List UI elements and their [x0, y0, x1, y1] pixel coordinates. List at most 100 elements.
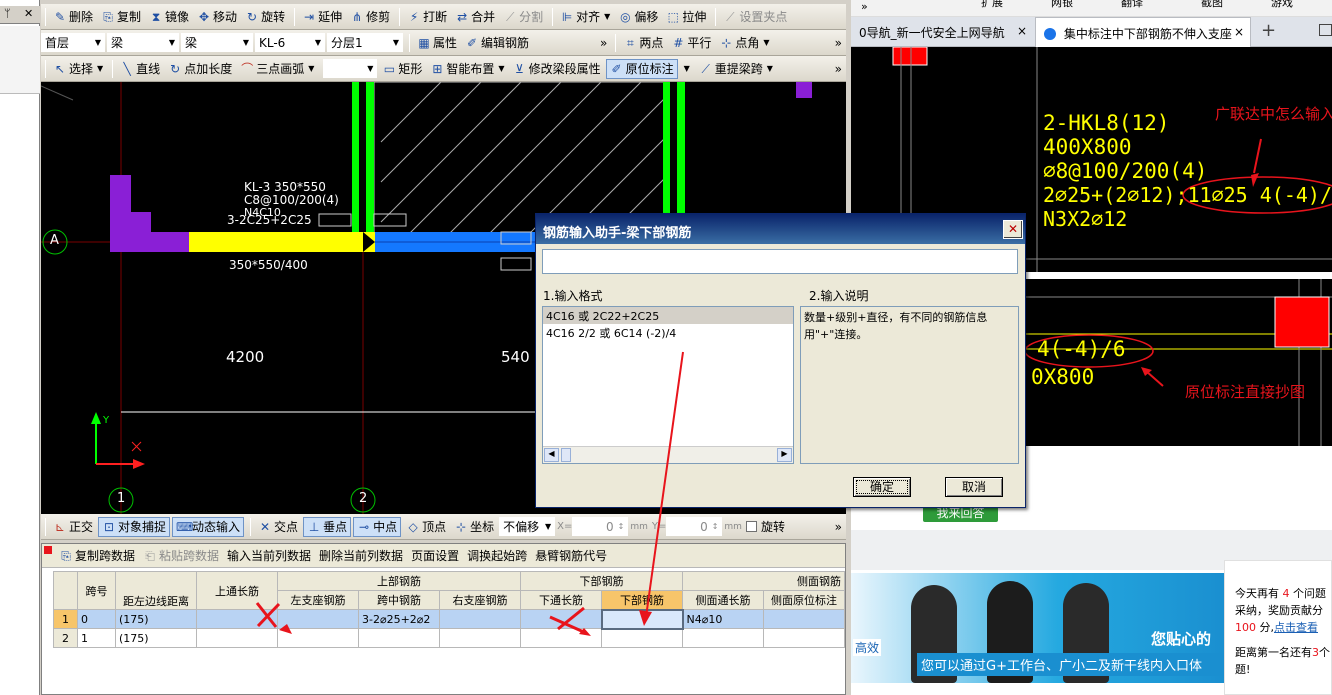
dialog-titlebar[interactable]: 钢筋输入助手-梁下部钢筋	[536, 214, 1025, 244]
ortho-button[interactable]: ⊾ 正交	[50, 517, 96, 537]
cell-top-right-support[interactable]	[439, 628, 521, 648]
paste-span-data-button[interactable]: ⎗ 粘贴跨数据	[140, 546, 222, 566]
dynamic-input-button[interactable]: ⌨ 动态输入	[172, 516, 245, 537]
cell-span-no[interactable]: 0	[77, 609, 116, 629]
cell-side-inplace[interactable]	[763, 628, 845, 648]
bank-button[interactable]: 网银	[1051, 0, 1073, 10]
scroll-thumb[interactable]	[561, 448, 571, 462]
left-panel-tree-item[interactable]	[0, 26, 40, 94]
cell-bottom-rebar-editing[interactable]	[600, 608, 684, 630]
subcategory-select[interactable]: 梁 ▼	[181, 33, 253, 52]
games-button[interactable]: 游戏	[1271, 0, 1293, 10]
cell-distance[interactable]: (175)	[115, 609, 197, 629]
purple-corner-element[interactable]	[796, 82, 812, 98]
in-place-annotation-button[interactable]: ✐ 原位标注	[605, 58, 678, 79]
extensions-button[interactable]: 扩展	[981, 0, 1003, 10]
rotate-button[interactable]: ↻ 旋转	[242, 7, 288, 27]
break-button[interactable]: ⚡ 打断	[404, 7, 450, 27]
extend-button[interactable]: ⇥ 延伸	[299, 7, 345, 27]
yellow-beam-selected[interactable]	[189, 232, 375, 252]
two-point-button[interactable]: ⌗ 两点	[620, 33, 666, 53]
cell-bottom-through[interactable]	[520, 628, 602, 648]
edit-rebar-button[interactable]: ✐ 编辑钢筋	[462, 33, 532, 53]
coordinate-button[interactable]: ⊹ 坐标	[451, 517, 497, 537]
copy-button[interactable]: ⎘ 复制	[98, 7, 144, 27]
draw-mode-select[interactable]: ▼	[323, 59, 378, 78]
table-row[interactable]: 1 0 (175) 3-2⌀25+2⌀2 N4⌀10	[53, 608, 845, 630]
window-restore-icon[interactable]	[1319, 24, 1332, 36]
close-icon[interactable]: ✕	[24, 7, 33, 20]
vertex-button[interactable]: ◇ 顶点	[403, 517, 449, 537]
cell-bottom-through[interactable]	[520, 609, 602, 629]
category-select[interactable]: 梁 ▼	[107, 33, 179, 52]
cell-top-mid[interactable]	[358, 628, 440, 648]
page-setup-button[interactable]: 页面设置	[408, 546, 462, 566]
point-angle-button[interactable]: ⊹ 点角 ▼	[716, 33, 772, 53]
stretch-button[interactable]: ⬚ 拉伸	[663, 7, 709, 27]
cell-side-through[interactable]: N4⌀10	[682, 609, 764, 629]
pin-icon[interactable]: ᛘ	[4, 7, 11, 20]
offset-button[interactable]: ◎ 偏移	[615, 7, 661, 27]
input-column-button[interactable]: 输入当前列数据	[224, 546, 314, 566]
offset-mode-select[interactable]: 不偏移 ▼	[499, 517, 556, 536]
select-button[interactable]: ↖ 选择 ▼	[50, 59, 106, 79]
floor-select[interactable]: 首层 ▼	[41, 33, 105, 52]
attribute-button[interactable]: ▦ 属性	[414, 33, 460, 53]
rebar-input-field[interactable]	[542, 249, 1018, 274]
rotate-checkbox[interactable]	[745, 521, 757, 532]
screenshot-button[interactable]: 截图	[1201, 0, 1223, 10]
scroll-right-icon[interactable]: ▶	[777, 448, 792, 462]
purple-wall-element[interactable]	[110, 175, 189, 252]
midpoint-button[interactable]: ⊸ 中点	[353, 516, 402, 537]
toolbar-overflow-icon[interactable]: »	[600, 36, 611, 50]
three-point-arc-button[interactable]: ⌒ 三点画弧 ▼	[237, 59, 317, 79]
perpendicular-button[interactable]: ⊥ 垂点	[303, 516, 352, 537]
split-button[interactable]: ⟋ 分割	[500, 7, 546, 27]
cancel-button[interactable]: 取消	[945, 477, 1003, 497]
x-coordinate-input[interactable]: 0 ↕	[572, 517, 629, 536]
scroll-left-icon[interactable]: ◀	[544, 448, 559, 462]
copy-span-data-button[interactable]: ⎘ 复制跨数据	[56, 546, 138, 566]
rectangle-button[interactable]: ▭ 矩形	[379, 59, 425, 79]
cell-side-through[interactable]	[682, 628, 764, 648]
intersection-button[interactable]: ✕ 交点	[255, 517, 301, 537]
tab-close-icon[interactable]: ×	[1017, 24, 1027, 38]
cell-top-left-support[interactable]	[277, 628, 359, 648]
point-length-button[interactable]: ↻ 点加长度	[165, 59, 235, 79]
panel-close-icon[interactable]	[44, 546, 52, 554]
trim-button[interactable]: ⋔ 修剪	[347, 7, 393, 27]
format-item[interactable]: 4C16 2/2 或 6C14 (-2)/4	[543, 324, 793, 341]
merge-button[interactable]: ⇄ 合并	[452, 7, 498, 27]
y-coordinate-input[interactable]: 0 ↕	[666, 517, 723, 536]
view-link[interactable]: 点击查看	[1274, 621, 1318, 634]
cell-top-right-support[interactable]	[439, 609, 521, 629]
horizontal-scrollbar[interactable]: ◀ ▶	[543, 446, 793, 463]
cell-side-inplace[interactable]	[763, 609, 845, 629]
chevron-down-icon[interactable]: ▼	[684, 64, 690, 73]
toolbar-overflow-icon[interactable]: »	[835, 520, 846, 534]
toolbar-overflow-icon[interactable]: »	[835, 36, 846, 50]
cantilever-code-button[interactable]: 悬臂钢筋代号	[532, 546, 610, 566]
tab-navigation[interactable]: 0导航_新一代安全上网导航 ×	[851, 17, 1033, 47]
layer-select[interactable]: 分层1 ▼	[327, 33, 403, 52]
new-tab-button[interactable]: +	[1261, 20, 1276, 41]
cell-top-through[interactable]	[196, 628, 278, 648]
cell-span-no[interactable]: 1	[77, 628, 116, 648]
cell-bottom-rebar[interactable]	[601, 628, 683, 648]
translate-button[interactable]: 翻译	[1121, 0, 1143, 10]
smart-layout-button[interactable]: ⊞ 智能布置 ▼	[427, 59, 507, 79]
parallel-button[interactable]: # 平行	[668, 33, 714, 53]
dialog-close-button[interactable]: ✕	[1003, 220, 1023, 239]
toolbar-overflow-icon[interactable]: »	[861, 0, 868, 13]
delete-button[interactable]: ✎ 删除	[50, 7, 96, 27]
modify-span-button[interactable]: ⊻ 修改梁段属性	[510, 59, 604, 79]
move-button[interactable]: ✥ 移动	[194, 7, 240, 27]
set-grip-button[interactable]: ⟋ 设置夹点	[720, 7, 790, 27]
object-snap-button[interactable]: ⊡ 对象捕捉	[98, 516, 171, 537]
delete-column-button[interactable]: 删除当前列数据	[316, 546, 406, 566]
relift-span-button[interactable]: ⟋ 重提梁跨 ▼	[696, 59, 776, 79]
promo-banner[interactable]: 高效 您贴心的 您可以通过G+工作台、广小二及新干线内入口体	[851, 573, 1226, 683]
format-listbox[interactable]: 4C16 或 2C22+2C25 4C16 2/2 或 6C14 (-2)/4 …	[542, 306, 794, 464]
swap-start-span-button[interactable]: 调换起始跨	[464, 546, 530, 566]
line-button[interactable]: ╲ 直线	[117, 59, 163, 79]
